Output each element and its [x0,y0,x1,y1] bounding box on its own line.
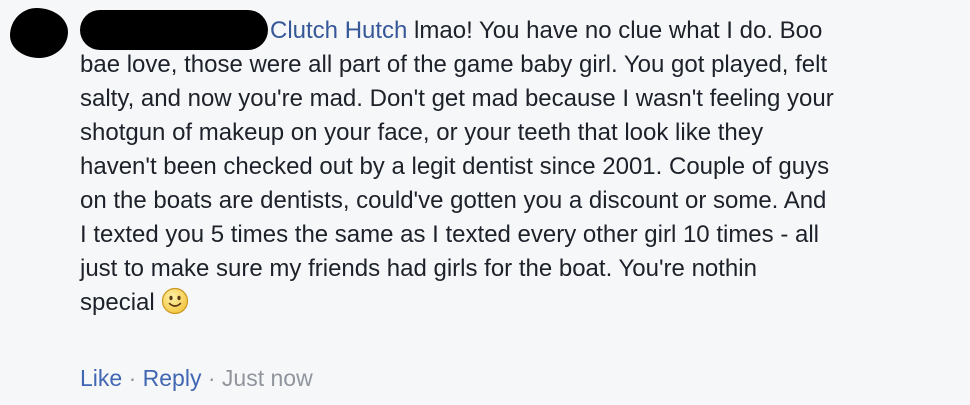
comment-line-8: just to make sure my friends had girls f… [80,255,757,282]
comment-line-3: salty, and now you're mad. Don't get mad… [80,85,834,112]
comment-line-6: on the boats are dentists, could've gott… [80,187,827,214]
reply-link[interactable]: Reply [143,365,202,391]
comment-text: Clutch Hutch lmao! You have no clue what… [80,14,965,325]
comment-line-1-text: lmao! You have no clue what I do. Boo [407,17,823,44]
like-link[interactable]: Like [80,365,122,391]
comment-line-5: haven't been checked out by a legit dent… [80,153,830,180]
separator: · [128,365,137,391]
comment-line-7: I texted you 5 times the same as I texte… [80,221,819,248]
comment-line-2: bae love, those were all part of the gam… [80,51,828,78]
author-link[interactable]: Clutch Hutch [270,17,407,44]
separator: · [207,365,216,391]
redacted-avatar [10,8,68,58]
comment-line-1: Clutch Hutch lmao! You have no clue what… [80,14,965,48]
timestamp[interactable]: Just now [222,365,313,391]
comment-line-9-text: special [80,289,155,316]
comment-line-4: shotgun of makeup on your face, or your … [80,119,764,146]
comment-body: Clutch Hutch lmao! You have no clue what… [80,14,965,325]
smile-icon [161,287,189,325]
comment-actions: Like · Reply · Just now [80,364,313,392]
comment-line-9: special [80,286,965,325]
